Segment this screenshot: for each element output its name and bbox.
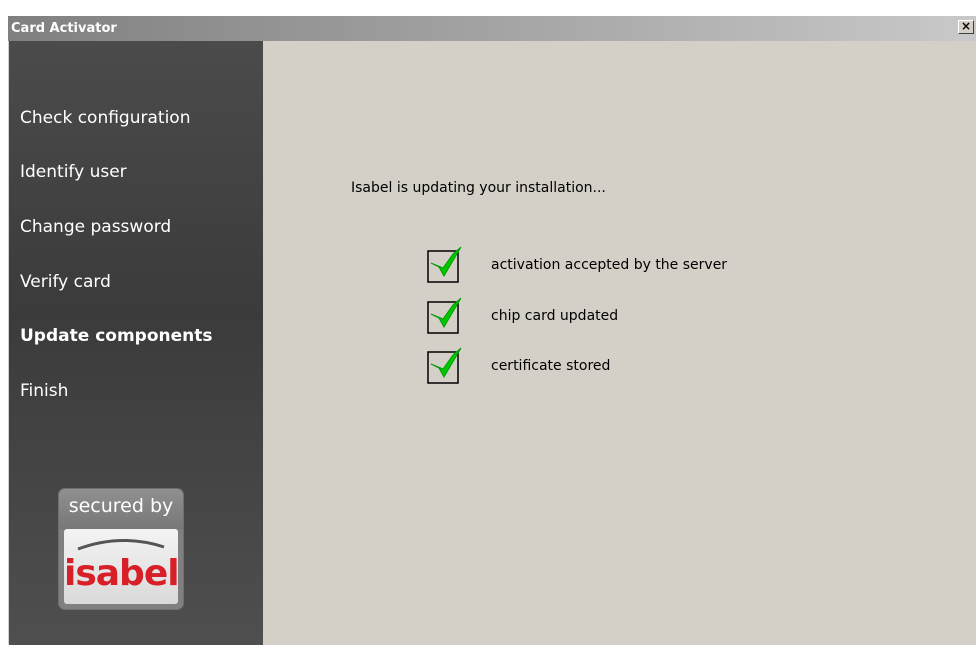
step-update-components: Update components (20, 326, 213, 346)
title-bar: Card Activator × (8, 16, 976, 41)
card-activator-window: Card Activator × Check configuration Ide… (7, 15, 976, 645)
task-label: activation accepted by the server (491, 257, 728, 273)
step-finish: Finish (20, 381, 69, 401)
main-content: Isabel is updating your installation... … (263, 41, 976, 645)
close-button[interactable]: × (958, 20, 974, 34)
logo-swoosh-icon (77, 539, 165, 551)
task-label: certificate stored (491, 358, 611, 374)
checkmark-icon (427, 347, 462, 384)
checkmark-icon (427, 297, 462, 334)
step-verify-card: Verify card (20, 272, 111, 292)
step-change-password: Change password (20, 217, 172, 237)
step-identify-user: Identify user (20, 162, 127, 182)
logo-secured-by-text: secured by (68, 495, 174, 517)
close-icon: × (960, 19, 972, 33)
status-message: Isabel is updating your installation... (351, 180, 606, 196)
logo-isabel-text: isabel (64, 553, 180, 594)
task-label: chip card updated (491, 308, 619, 324)
checkmark-icon (427, 246, 462, 283)
step-check-configuration: Check configuration (20, 108, 191, 128)
window-title: Card Activator (11, 21, 117, 36)
secured-by-isabel-logo: secured by isabel (59, 489, 183, 609)
wizard-steps-sidebar: Check configuration Identify user Change… (9, 41, 263, 645)
